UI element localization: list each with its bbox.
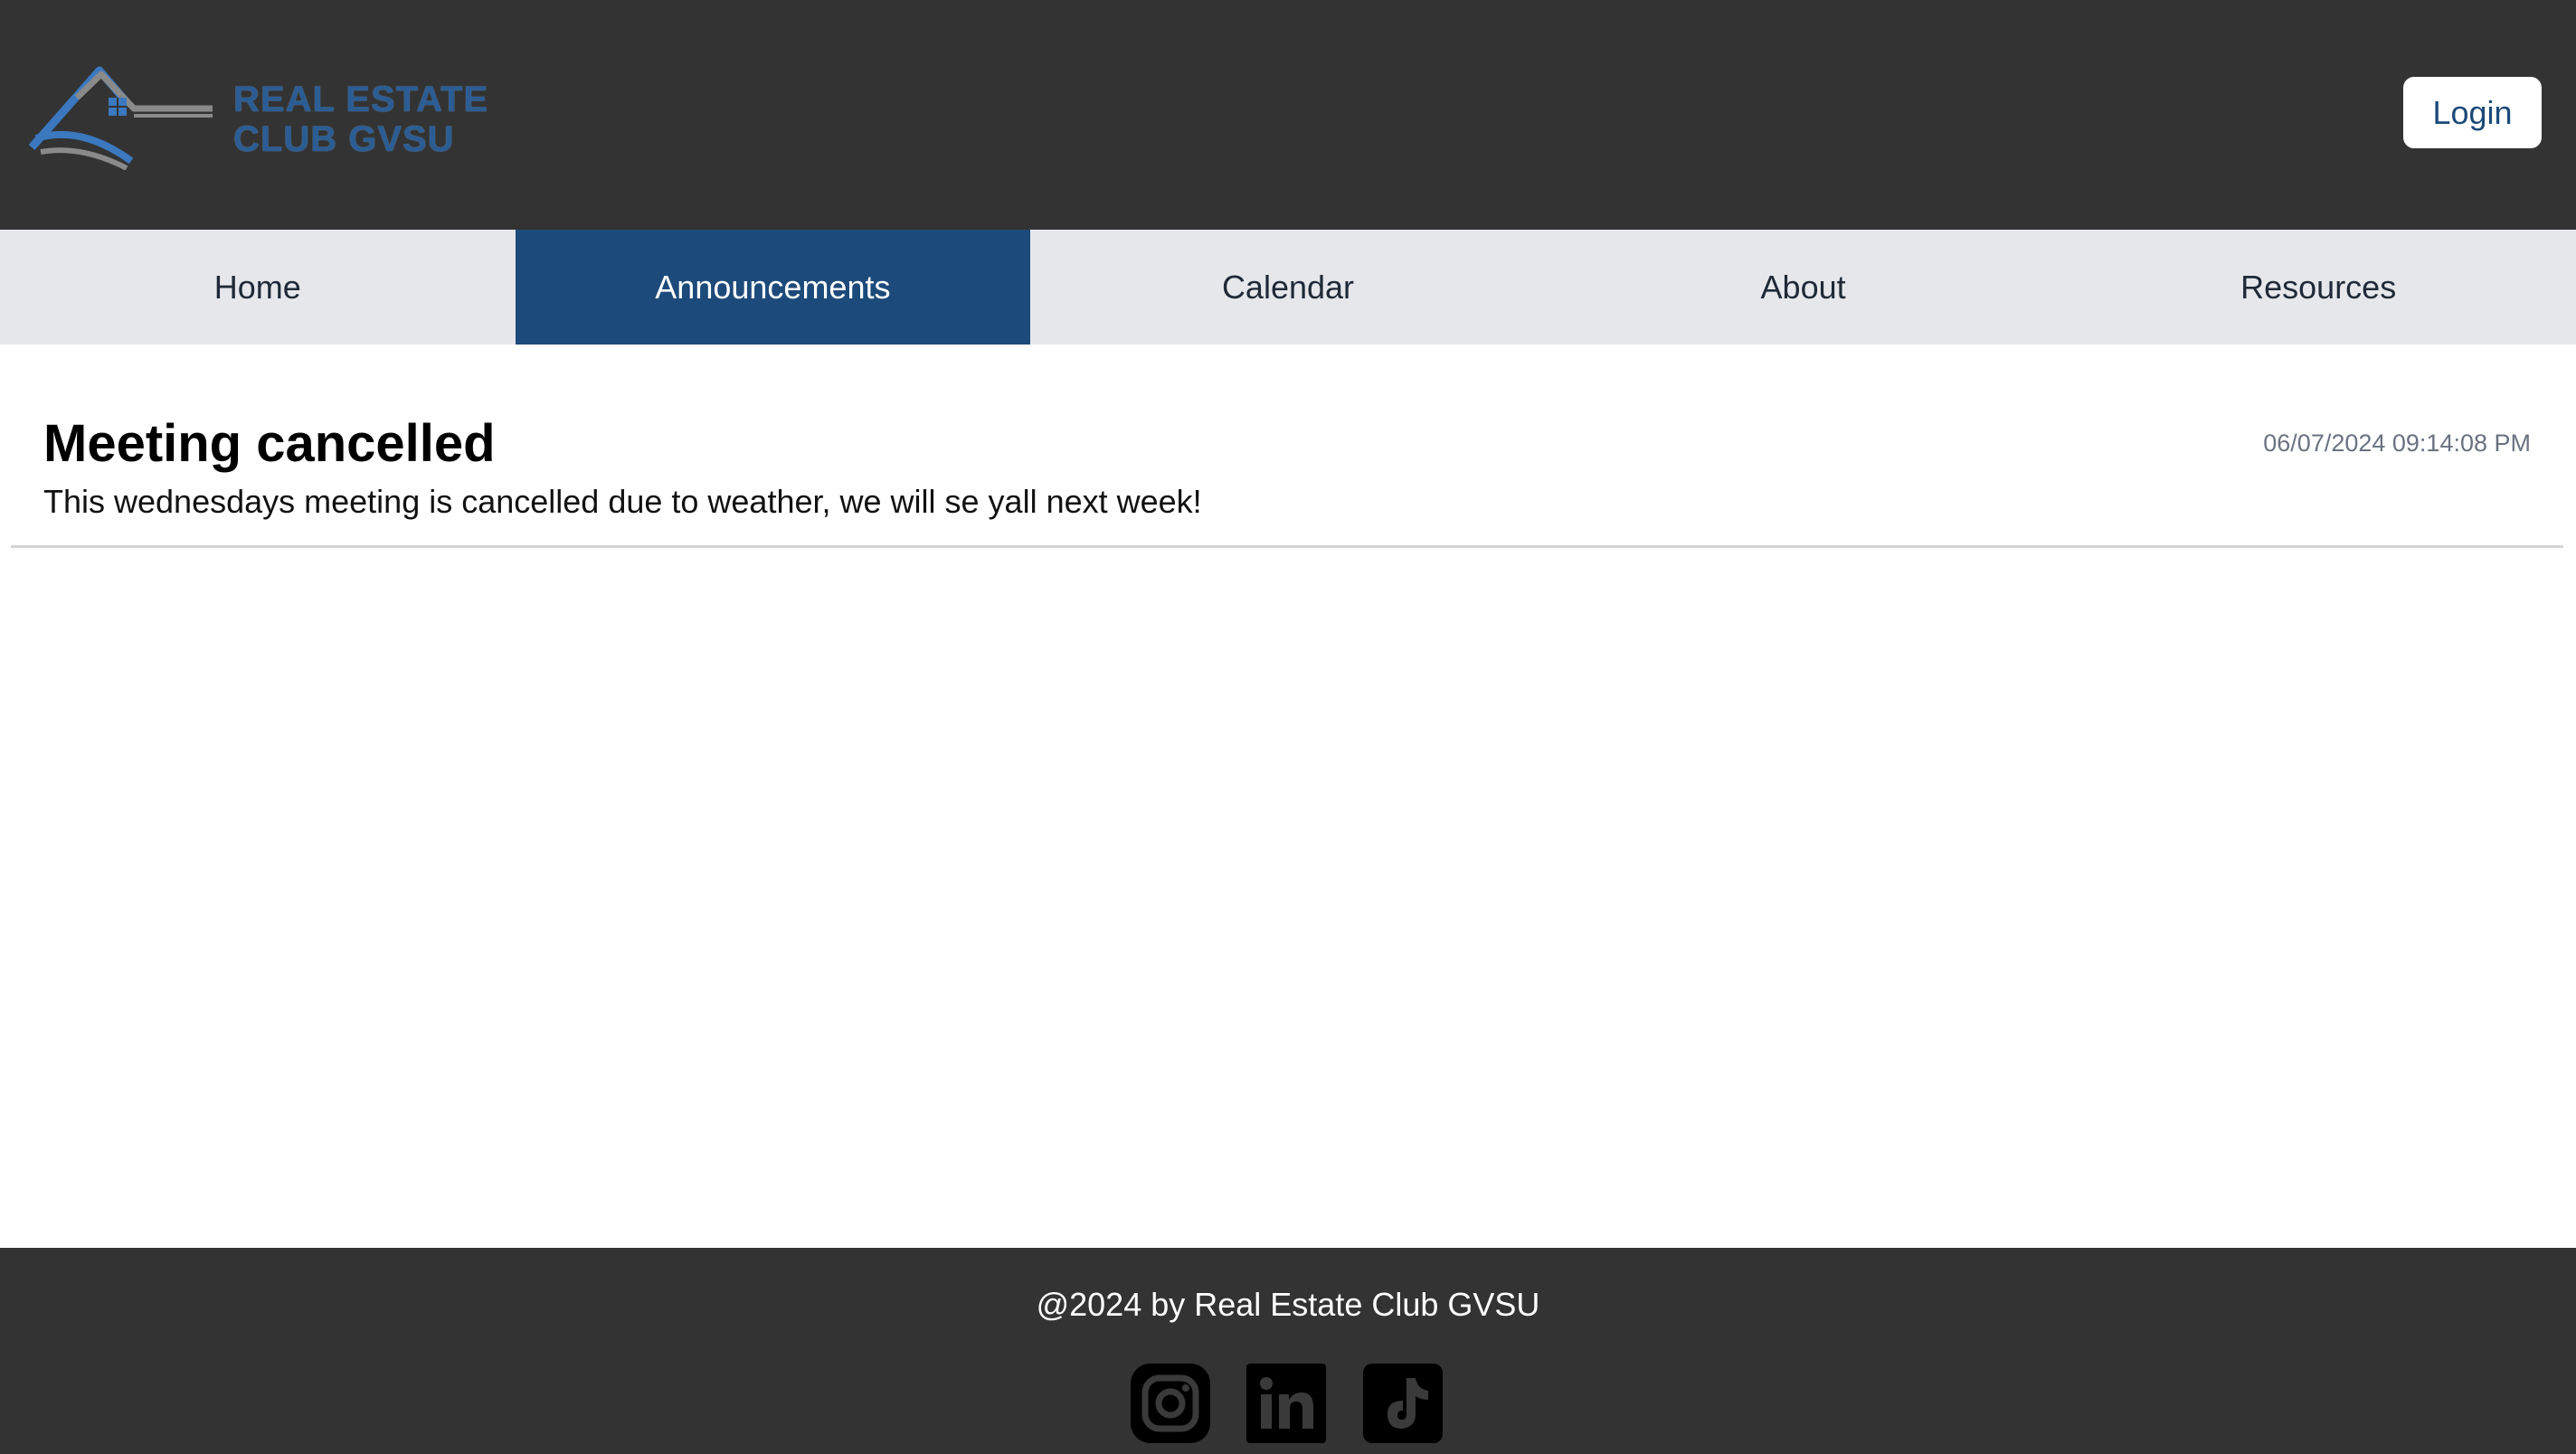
house-logo-icon: [28, 66, 213, 170]
nav-item-calendar[interactable]: Calendar: [1030, 230, 1546, 345]
announcement-card: Meeting cancelled 06/07/2024 09:14:08 PM…: [11, 398, 2563, 548]
linkedin-link[interactable]: [1245, 1362, 1328, 1445]
logo-line-1: REAL ESTATE: [233, 80, 489, 119]
club-logo[interactable]: REAL ESTATE CLUB GVSU: [27, 61, 497, 170]
main-nav: Home Announcements Calendar About Resour…: [0, 230, 2576, 345]
linkedin-icon: [1246, 1364, 1326, 1443]
instagram-icon: [1131, 1364, 1210, 1443]
login-button[interactable]: Login: [2403, 77, 2542, 148]
tiktok-link[interactable]: [1361, 1362, 1444, 1445]
nav-item-home[interactable]: Home: [0, 230, 516, 345]
logo-wordmark: REAL ESTATE CLUB GVSU: [233, 80, 488, 159]
announcement-title: Meeting cancelled: [43, 414, 496, 473]
logo-line-2: CLUB GVSU: [233, 119, 455, 159]
site-footer: @2024 by Real Estate Club GVSU: [0, 1248, 2576, 1454]
nav-item-resources[interactable]: Resources: [2060, 230, 2576, 345]
site-header: REAL ESTATE CLUB GVSU Login: [0, 0, 2576, 230]
nav-item-announcements[interactable]: Announcements: [515, 230, 1031, 345]
announcement-timestamp: 06/07/2024 09:14:08 PM: [2263, 430, 2531, 457]
tiktok-icon: [1363, 1364, 1443, 1443]
footer-copyright: @2024 by Real Estate Club GVSU: [1036, 1286, 1540, 1323]
page: REAL ESTATE CLUB GVSU Login Home Announc…: [0, 0, 2576, 1454]
instagram-link[interactable]: [1129, 1362, 1212, 1445]
nav-item-about[interactable]: About: [1546, 230, 2061, 345]
announcement-body: This wednesdays meeting is cancelled due…: [43, 483, 1202, 520]
